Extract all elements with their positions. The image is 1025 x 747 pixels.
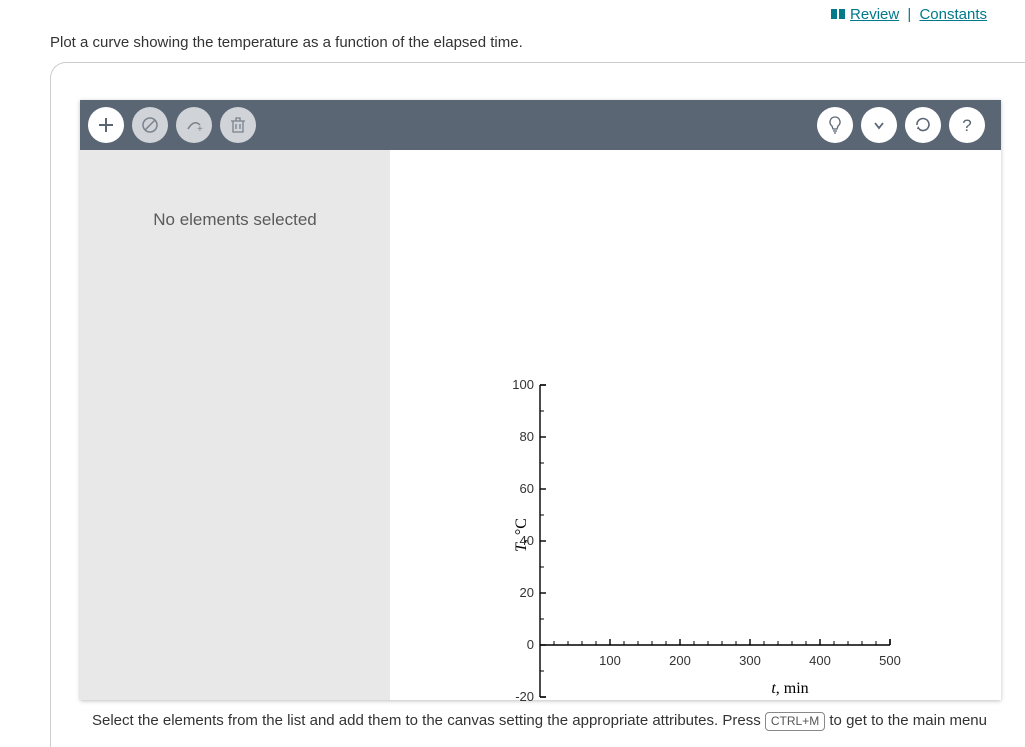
workspace-body: No elements selected T, °C t, min -20020… [80, 150, 1001, 700]
chart-axes [470, 265, 950, 725]
top-links: Review | Constants [830, 6, 987, 24]
x-tick-label: 400 [809, 653, 831, 668]
book-icon [830, 7, 846, 24]
x-axis-label: t, min [771, 680, 808, 698]
no-selection-button[interactable] [132, 107, 168, 143]
add-point-button[interactable]: + [176, 107, 212, 143]
chart: T, °C t, min -20020406080100100200300400… [470, 265, 950, 728]
graph-canvas[interactable]: T, °C t, min -20020406080100100200300400… [390, 150, 1001, 700]
graph-workspace: + ? No elements selected T, °C [80, 100, 1001, 700]
link-separator: | [907, 6, 911, 23]
kbd-shortcut: CTRL+M [765, 712, 825, 731]
footer-instruction: Select the elements from the list and ad… [92, 710, 992, 731]
y-tick-label: 80 [498, 429, 534, 444]
x-tick-label: 300 [739, 653, 761, 668]
svg-text:?: ? [962, 116, 971, 135]
sidebar-panel: No elements selected [80, 150, 390, 700]
help-button[interactable]: ? [949, 107, 985, 143]
y-tick-label: 0 [498, 637, 534, 652]
svg-text:+: + [197, 124, 203, 135]
no-selection-text: No elements selected [80, 210, 390, 230]
add-element-button[interactable] [88, 107, 124, 143]
question-text: Plot a curve showing the temperature as … [50, 34, 523, 51]
dropdown-button[interactable] [861, 107, 897, 143]
footer-text-2: to get to the main menu [829, 712, 987, 729]
review-link[interactable]: Review [850, 6, 899, 23]
y-tick-label: 40 [498, 533, 534, 548]
y-tick-label: 100 [498, 377, 534, 392]
x-tick-label: 100 [599, 653, 621, 668]
x-tick-label: 200 [669, 653, 691, 668]
y-tick-label: -20 [498, 689, 534, 704]
y-tick-label: 60 [498, 481, 534, 496]
y-tick-label: 20 [498, 585, 534, 600]
footer-text-1: Select the elements from the list and ad… [92, 712, 765, 729]
toolbar: + ? [80, 100, 1001, 150]
delete-button[interactable] [220, 107, 256, 143]
x-tick-label: 500 [879, 653, 901, 668]
hint-button[interactable] [817, 107, 853, 143]
constants-link[interactable]: Constants [919, 6, 987, 23]
reset-button[interactable] [905, 107, 941, 143]
